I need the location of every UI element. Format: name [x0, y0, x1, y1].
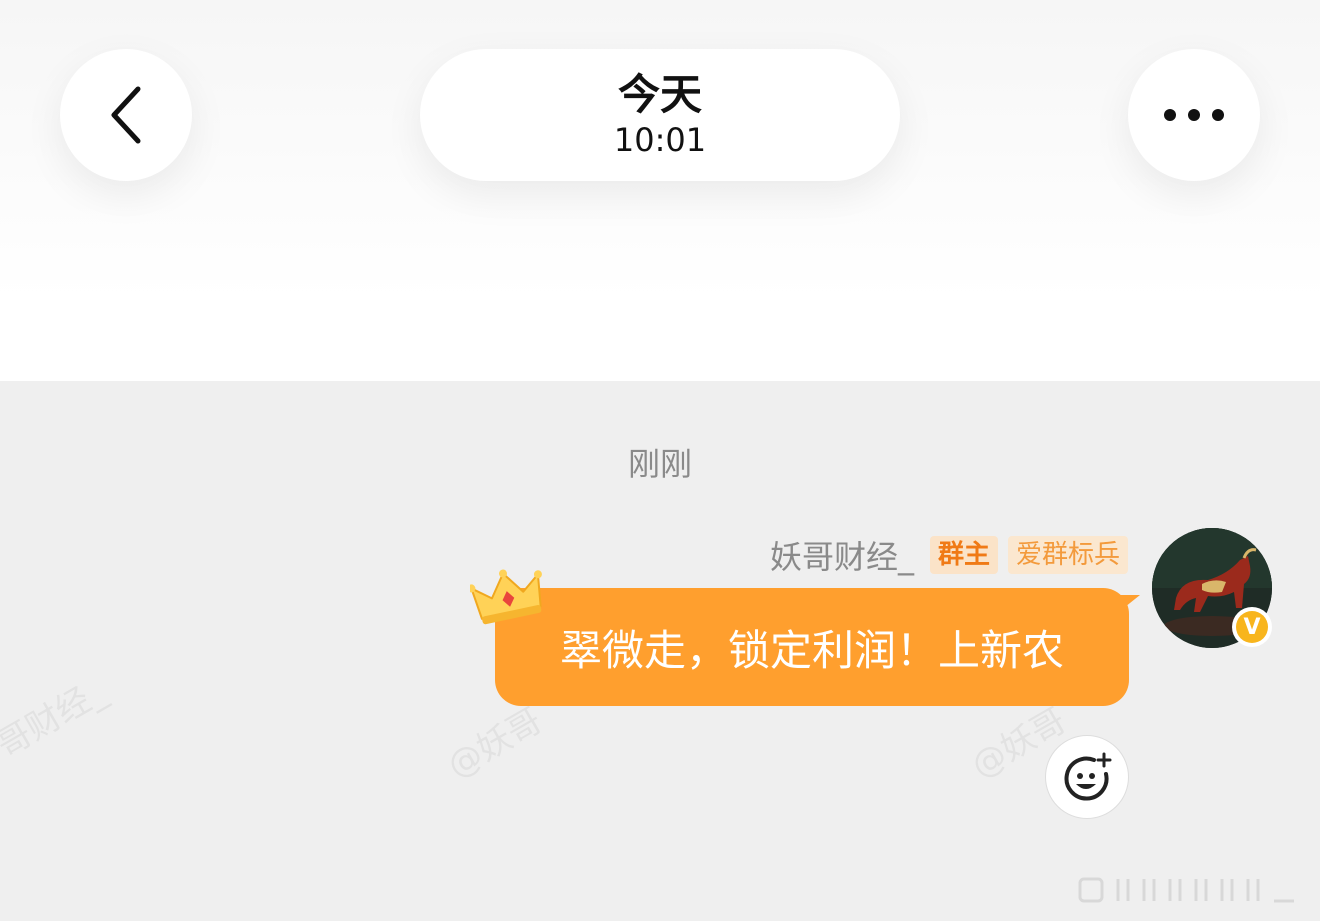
watermark: @妖哥	[440, 700, 549, 787]
page-subtitle-time: 10:01	[613, 121, 707, 159]
watermark-logo	[1078, 877, 1294, 903]
fan-badge: 爱群标兵	[1007, 536, 1128, 574]
verified-badge: V	[1232, 607, 1272, 647]
more-dots-icon	[1164, 109, 1224, 121]
bubble-tail	[1120, 595, 1140, 611]
add-reaction-icon	[1064, 752, 1112, 801]
v-badge-icon: V	[1236, 611, 1268, 643]
chat-area: 刚刚 哥财经_ @妖哥 @妖哥 妖哥财经_ 群主 爱群标兵 翠微走，锁定利润！上…	[0, 381, 1320, 921]
date-title-pill: 今天 10:01	[420, 49, 900, 181]
page-title: 今天	[617, 70, 702, 119]
message-bubble[interactable]: 翠微走，锁定利润！上新农	[495, 588, 1129, 706]
chevron-left-icon	[111, 86, 141, 144]
crown-icon	[470, 569, 542, 625]
back-button[interactable]	[60, 49, 192, 181]
more-button[interactable]	[1128, 49, 1260, 181]
sender-name[interactable]: 妖哥财经_	[770, 532, 914, 578]
add-reaction-button[interactable]	[1045, 735, 1129, 819]
watermark: 哥财经_	[0, 671, 113, 766]
message-time-label: 刚刚	[627, 445, 692, 483]
sender-row: 妖哥财经_ 群主 爱群标兵	[770, 533, 1128, 577]
message-text: 翠微走，锁定利润！上新农	[559, 625, 1064, 675]
top-bar: 今天 10:01	[0, 0, 1320, 381]
owner-badge: 群主	[929, 536, 998, 574]
